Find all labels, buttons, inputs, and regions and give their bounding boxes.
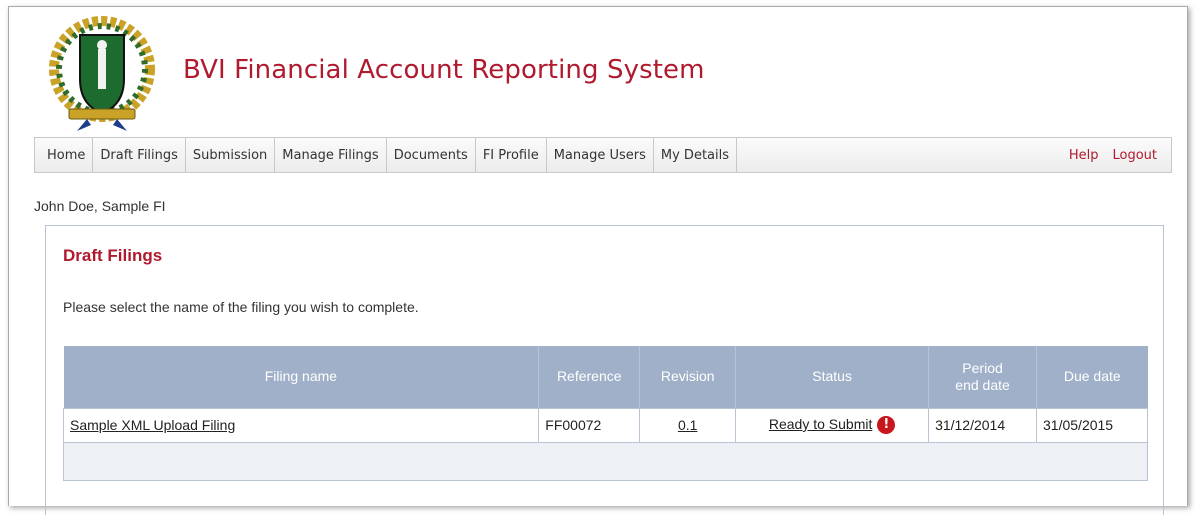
filings-table: Filing name Reference Revision Status Pe… <box>62 346 1148 481</box>
exclamation-warning-icon[interactable]: ! <box>877 416 896 435</box>
main-nav: Home Draft Filings Submission Manage Fil… <box>34 137 1172 173</box>
draft-filings-panel: Draft Filings Please select the name of … <box>45 225 1164 515</box>
nav-manage-filings[interactable]: Manage Filings <box>275 138 387 172</box>
nav-fi-profile[interactable]: FI Profile <box>476 138 547 172</box>
reference-cell: FF00072 <box>538 407 641 443</box>
status-link[interactable]: Ready to Submit <box>769 416 873 432</box>
table-row: Sample XML Upload Filing FF00072 0.1 Rea… <box>62 407 1148 443</box>
due-date-cell: 31/05/2015 <box>1036 407 1148 443</box>
header-due-date: Due date <box>1036 346 1148 408</box>
logout-link[interactable]: Logout <box>1112 148 1157 163</box>
nav-draft-filings[interactable]: Draft Filings <box>93 138 186 172</box>
page-title: Draft Filings <box>63 246 163 265</box>
filing-name-link[interactable]: Sample XML Upload Filing <box>70 417 235 433</box>
bvi-coat-of-arms-logo <box>49 16 155 131</box>
header-filing-name: Filing name <box>63 346 540 408</box>
revision-link[interactable]: 0.1 <box>678 417 697 433</box>
empty-cell <box>63 441 1148 481</box>
period-end-cell: 31/12/2014 <box>928 407 1038 443</box>
nav-my-details[interactable]: My Details <box>654 138 738 172</box>
header-reference: Reference <box>538 346 641 408</box>
header-period-end-date: Period end date <box>928 346 1038 408</box>
user-info: John Doe, Sample FI <box>34 198 166 214</box>
app-window: BVI Financial Account Reporting System H… <box>8 6 1188 515</box>
nav-utility-links: Help Logout <box>1069 138 1171 172</box>
nav-documents[interactable]: Documents <box>387 138 476 172</box>
status-cell: Ready to Submit! <box>735 407 930 443</box>
header-period-line1: Period <box>962 359 1003 376</box>
header-revision: Revision <box>639 346 737 408</box>
app-title: BVI Financial Account Reporting System <box>183 55 705 85</box>
table-header-row: Filing name Reference Revision Status Pe… <box>63 346 1148 408</box>
nav-home[interactable]: Home <box>35 138 94 172</box>
header-status: Status <box>735 346 930 408</box>
nav-manage-users[interactable]: Manage Users <box>547 138 654 172</box>
header-period-line2: end date <box>955 376 1010 393</box>
nav-submission[interactable]: Submission <box>186 138 276 172</box>
table-row-empty <box>63 441 1148 481</box>
site-header: BVI Financial Account Reporting System <box>9 7 1187 135</box>
filing-name-cell: Sample XML Upload Filing <box>62 407 540 443</box>
instructions-text: Please select the name of the filing you… <box>63 299 419 315</box>
help-link[interactable]: Help <box>1069 148 1099 163</box>
revision-cell: 0.1 <box>639 407 737 443</box>
